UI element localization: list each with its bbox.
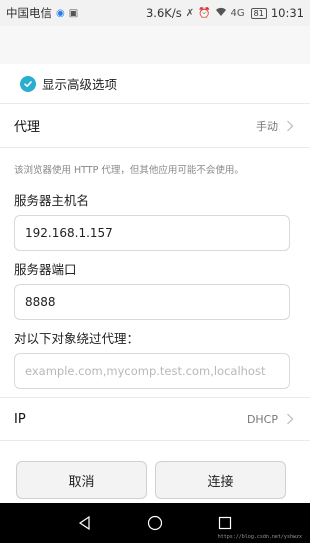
net-speed: 3.6K/s [145,6,182,20]
title-bar [0,26,310,64]
wifi-icon [215,7,227,20]
port-label: 服务器端口 [14,262,77,277]
battery-icon: 81 [250,7,267,19]
ip-row[interactable]: IP DHCP [0,397,310,441]
proxy-row[interactable]: 代理 手动 [0,104,310,148]
chevron-right-icon [287,120,294,131]
ip-label: IP [14,411,26,427]
connect-button[interactable]: 连接 [155,461,286,499]
bypass-placeholder: example.com,mycomp.test.com,localhost [25,364,266,378]
home-icon[interactable] [147,515,163,531]
proxy-label: 代理 [14,120,41,135]
chevron-right-icon [287,413,294,425]
ip-value: DHCP [246,412,278,426]
vibrate-off-icon: ✗ [185,7,195,19]
host-input[interactable]: 192.168.1.157 [14,215,290,251]
cancel-button[interactable]: 取消 [16,461,147,499]
host-label: 服务器主机名 [14,193,90,208]
bypass-label: 对以下对象绕过代理： [14,331,140,346]
status-bar: 中国电信 ◉ ▣ 3.6K/s ✗ ⏰ 4G 81 10:31 [0,0,310,26]
port-input[interactable]: 8888 [14,284,290,320]
navigation-bar: https://blog.csdn.net/yshwzx [0,503,310,543]
signal-4g-icon: 4G [230,7,245,19]
app-notification-icon: ◉ [56,7,65,19]
back-icon[interactable] [77,515,93,531]
gallery-notification-icon: ▣ [68,7,79,19]
recents-icon[interactable] [217,515,233,531]
proxy-value: 手动 [256,119,278,133]
alarm-icon: ⏰ [198,7,211,19]
action-buttons: 取消 连接 [0,461,310,499]
host-value: 192.168.1.157 [25,226,113,240]
carrier-label: 中国电信 [6,6,52,20]
check-icon [20,75,36,92]
bypass-input[interactable]: example.com,mycomp.test.com,localhost [14,353,290,389]
watermark: https://blog.csdn.net/yshwzx [217,534,302,540]
proxy-hint: 该浏览器使用 HTTP 代理，但其他应用可能不会使用。 [14,165,244,176]
clock: 10:31 [270,6,304,20]
show-advanced-checkbox[interactable]: 显示高级选项 [0,64,310,104]
show-advanced-label: 显示高级选项 [42,77,118,92]
port-value: 8888 [25,295,56,309]
